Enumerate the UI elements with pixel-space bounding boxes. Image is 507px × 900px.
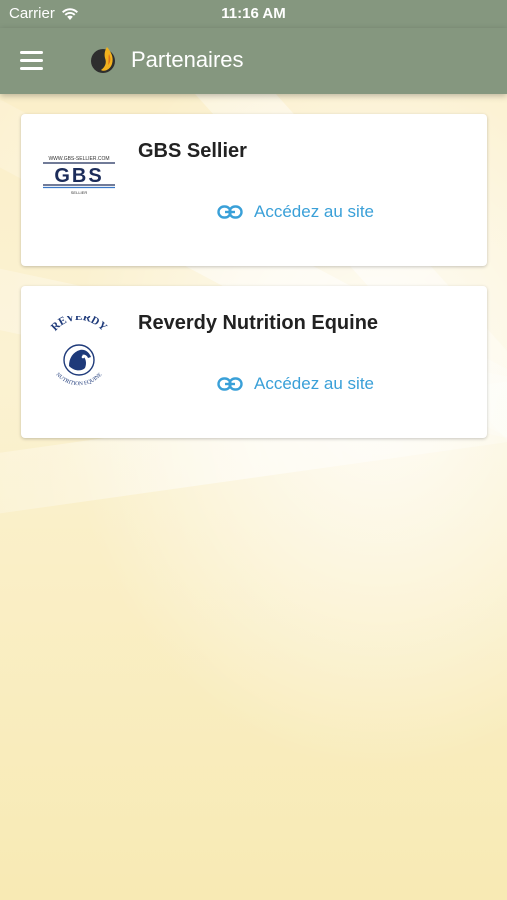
status-time: 11:16 AM [221, 5, 286, 22]
visit-site-link[interactable]: Accédez au site [217, 202, 374, 222]
link-icon [217, 205, 243, 219]
app-bar: Partenaires [0, 28, 507, 94]
app-logo-icon [91, 47, 115, 73]
partner-name: GBS Sellier [138, 140, 247, 162]
partner-card-reverdy: REVERDY NUTRITION EQUINE Reverdy Nutriti… [21, 286, 487, 438]
svg-text:WWW.GBS-SELLIER.COM: WWW.GBS-SELLIER.COM [48, 156, 109, 162]
reverdy-logo: REVERDY NUTRITION EQUINE [49, 316, 109, 387]
partner-card-gbs-sellier: WWW.GBS-SELLIER.COM GBS SELLIER GBS Sell… [21, 114, 487, 266]
visit-site-link[interactable]: Accédez au site [217, 374, 374, 394]
svg-text:REVERDY: REVERDY [49, 316, 109, 334]
gbs-sellier-logo: WWW.GBS-SELLIER.COM GBS SELLIER [43, 156, 115, 195]
page-title: Partenaires [131, 47, 244, 72]
partner-name: Reverdy Nutrition Equine [138, 312, 379, 334]
hamburger-menu-icon[interactable] [20, 46, 50, 74]
svg-text:GBS: GBS [54, 165, 103, 187]
link-icon [217, 377, 243, 391]
visit-site-label: Accédez au site [254, 202, 375, 221]
visit-site-label: Accédez au site [254, 374, 375, 393]
status-bar: Carrier 11:16 AM [0, 0, 507, 28]
svg-text:SELLIER: SELLIER [71, 190, 88, 195]
